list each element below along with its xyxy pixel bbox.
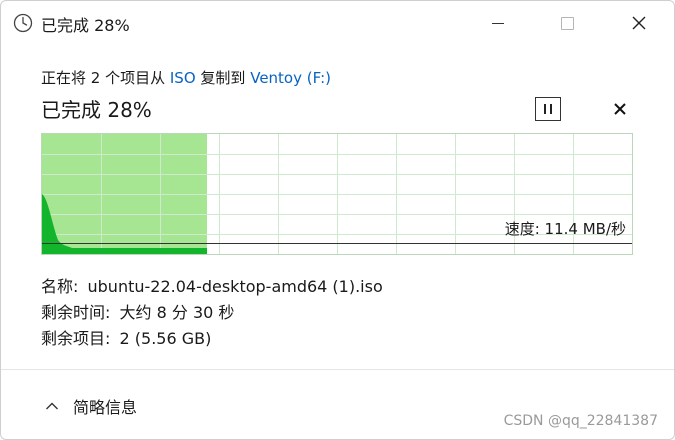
less-details-label: 简略信息 (73, 398, 138, 417)
window-title: 已完成 28% (41, 16, 130, 35)
source-link[interactable]: ISO (170, 69, 196, 87)
name-value: ubuntu-22.04-desktop-amd64 (1).iso (87, 277, 383, 296)
pause-button[interactable] (535, 97, 561, 121)
copy-progress-window: 已完成 28% 正在将 2 个项目从 ISO 复制到 Ventoy (F:) 已… (0, 0, 675, 440)
maximize-button[interactable] (544, 1, 590, 45)
title-bar: 已完成 28% (1, 1, 674, 45)
close-icon (614, 103, 626, 115)
speed-label: 速度: 11.4 MB/秒 (504, 220, 626, 238)
time-remaining-value: 大约 8 分 30 秒 (119, 303, 235, 322)
minimize-icon (492, 22, 504, 24)
maximize-icon (560, 16, 574, 30)
pause-icon-bar (550, 104, 552, 114)
progress-percent: 已完成 28% (41, 98, 152, 122)
clock-icon (13, 13, 33, 33)
name-row: 名称: ubuntu-22.04-desktop-amd64 (1).iso (41, 273, 383, 297)
pause-icon (544, 104, 546, 114)
close-window-button[interactable] (616, 1, 662, 45)
speed-graph: 速度: 11.4 MB/秒 (41, 133, 633, 255)
destination-link[interactable]: Ventoy (F:) (250, 69, 331, 87)
name-label: 名称: (41, 277, 79, 296)
operation-description: 正在将 2 个项目从 ISO 复制到 Ventoy (F:) (41, 67, 331, 88)
minimize-button[interactable] (475, 1, 521, 45)
items-remaining-row: 剩余项目: 2 (5.56 GB) (41, 325, 211, 349)
items-remaining-value: 2 (5.56 GB) (119, 329, 212, 348)
operation-middle: 复制到 (200, 69, 246, 87)
watermark: CSDN @qq_22841387 (503, 413, 658, 429)
footer-divider (1, 369, 674, 370)
chevron-up-icon (46, 402, 58, 410)
time-remaining-label: 剩余时间: (41, 303, 111, 322)
time-remaining-row: 剩余时间: 大约 8 分 30 秒 (41, 299, 234, 323)
cancel-button[interactable] (607, 97, 633, 121)
close-icon (632, 16, 646, 30)
less-details-toggle[interactable]: 简略信息 (45, 393, 137, 419)
items-remaining-label: 剩余项目: (41, 329, 111, 348)
operation-prefix: 正在将 2 个项目从 (41, 69, 166, 87)
